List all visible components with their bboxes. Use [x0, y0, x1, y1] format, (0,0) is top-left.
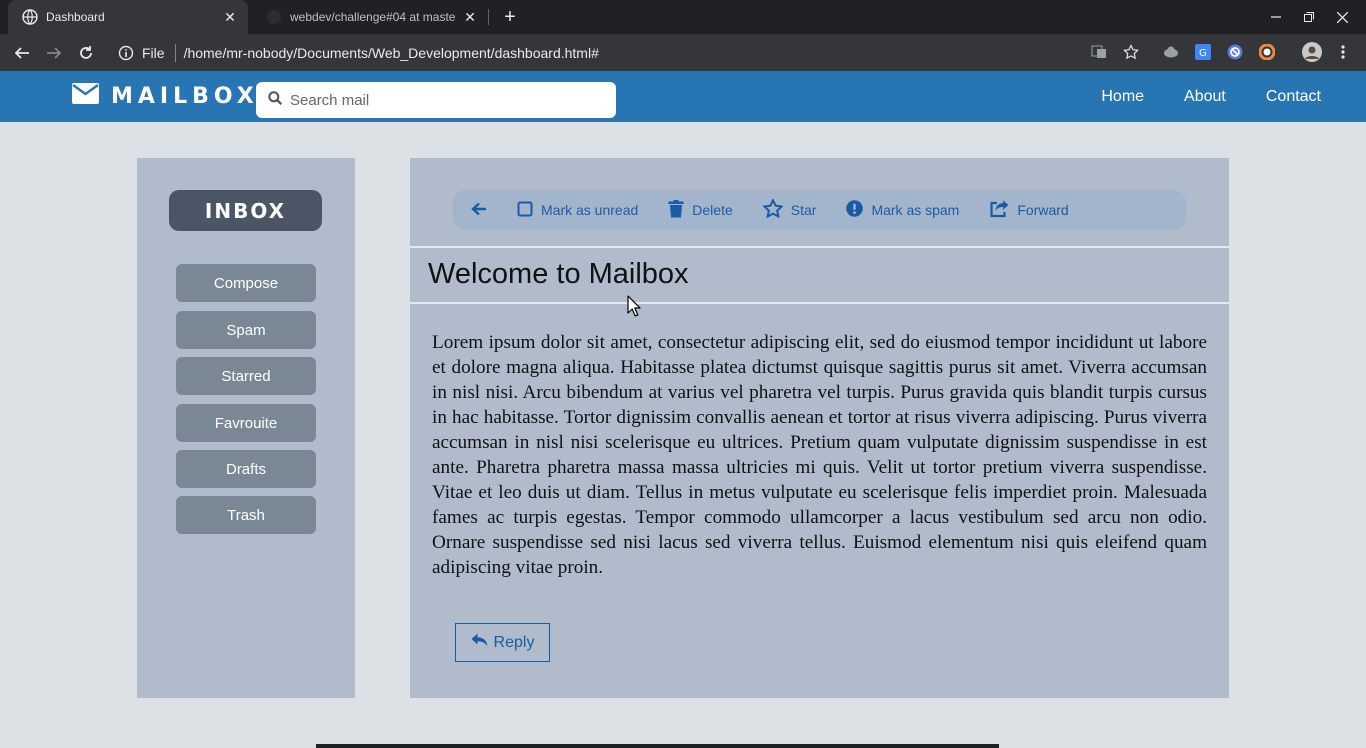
tab-webdev-challenge[interactable]: webdev/challenge#04 at maste ✕: [252, 0, 488, 34]
envelope-icon: [72, 83, 99, 109]
browser-menu-icon[interactable]: [1334, 43, 1352, 61]
mark-spam-label: Mark as spam: [871, 202, 960, 218]
forward-icon[interactable]: [41, 40, 67, 66]
subject-divider-bottom: [410, 302, 1229, 304]
google-translate-icon[interactable]: G: [1194, 43, 1212, 61]
new-tab-button[interactable]: +: [498, 5, 522, 29]
blocker-icon[interactable]: [1226, 43, 1244, 61]
subject-divider-top: [410, 246, 1229, 248]
browser-tab-strip: Dashboard ✕ webdev/challenge#04 at maste…: [0, 0, 1366, 34]
tab-separator: [488, 9, 489, 25]
trash-icon: [668, 199, 692, 221]
spam-button[interactable]: Spam: [176, 311, 316, 349]
reload-icon[interactable]: [73, 40, 99, 66]
arrow-left-icon: [471, 202, 495, 219]
translate-icon[interactable]: [1090, 43, 1108, 61]
drafts-button[interactable]: Drafts: [176, 450, 316, 488]
favourite-button[interactable]: Favrouite: [176, 404, 316, 442]
globe-icon: [22, 9, 38, 25]
svg-text:G: G: [1199, 48, 1207, 59]
mark-unread-button[interactable]: Mark as unread: [517, 201, 638, 220]
nav-about-link[interactable]: About: [1184, 88, 1226, 106]
address-bar[interactable]: File /home/mr-nobody/Documents/Web_Devel…: [112, 39, 1092, 67]
starred-button[interactable]: Starred: [176, 357, 316, 395]
mark-unread-label: Mark as unread: [541, 202, 639, 218]
compose-button[interactable]: Compose: [176, 264, 316, 302]
star-icon: [761, 197, 791, 221]
close-tab-icon[interactable]: ✕: [462, 9, 478, 25]
inbox-heading[interactable]: INBOX: [169, 190, 322, 231]
color-picker-icon[interactable]: [1258, 43, 1276, 61]
extension-cloud-icon[interactable]: [1162, 43, 1180, 61]
info-icon[interactable]: [118, 45, 134, 61]
main-nav: Home About Contact: [1061, 71, 1321, 122]
scheme-label: File: [142, 45, 165, 61]
forward-button[interactable]: Forward: [989, 200, 1069, 221]
github-icon: [266, 9, 282, 25]
bookmark-star-icon[interactable]: [1122, 43, 1140, 61]
minimize-icon[interactable]: [1259, 0, 1293, 34]
site-header: MAILBOX Home About Contact: [0, 71, 1366, 122]
star-button[interactable]: Star: [761, 197, 817, 221]
back-button[interactable]: [471, 202, 495, 219]
brand-logo[interactable]: MAILBOX: [72, 83, 259, 109]
reply-button[interactable]: Reply: [455, 623, 550, 662]
delete-label: Delete: [692, 202, 733, 218]
reply-icon: [471, 633, 494, 652]
exclamation-circle-icon: [846, 200, 871, 220]
close-window-icon[interactable]: [1325, 0, 1359, 34]
mouse-cursor-icon: [627, 295, 641, 322]
nav-home-link[interactable]: Home: [1101, 88, 1144, 106]
back-icon[interactable]: [9, 40, 35, 66]
browser-toolbar: File /home/mr-nobody/Documents/Web_Devel…: [0, 34, 1366, 71]
restore-icon[interactable]: [1292, 0, 1326, 34]
square-icon: [517, 201, 541, 220]
tab-dashboard[interactable]: Dashboard ✕: [8, 0, 248, 34]
mark-spam-button[interactable]: Mark as spam: [846, 200, 959, 220]
message-action-bar: Mark as unread Delete Star Mark as spam …: [453, 190, 1186, 230]
url-text[interactable]: /home/mr-nobody/Documents/Web_Developmen…: [184, 45, 599, 61]
share-icon: [989, 200, 1017, 221]
tab-title: Dashboard: [46, 10, 105, 24]
tab-title: webdev/challenge#04 at maste: [290, 10, 456, 24]
search-box[interactable]: [256, 82, 616, 118]
reply-label: Reply: [493, 633, 535, 651]
forward-label: Forward: [1017, 202, 1069, 218]
message-body: Lorem ipsum dolor sit amet, consectetur …: [432, 332, 1207, 578]
search-icon: [268, 90, 282, 110]
mail-sidebar: INBOX Compose Spam Starred Favrouite Dra…: [137, 158, 355, 698]
delete-button[interactable]: Delete: [668, 199, 733, 221]
star-label: Star: [790, 202, 817, 218]
omnibox-separator: [174, 44, 176, 62]
close-tab-icon[interactable]: ✕: [222, 9, 238, 25]
message-subject: Welcome to Mailbox: [428, 258, 689, 290]
search-input[interactable]: [290, 91, 590, 109]
nav-contact-link[interactable]: Contact: [1266, 88, 1321, 106]
bottom-overlay-bar: [316, 744, 999, 748]
brand-name: MAILBOX: [111, 83, 259, 109]
mail-view: Mark as unread Delete Star Mark as spam …: [410, 158, 1229, 698]
profile-avatar[interactable]: [1302, 42, 1322, 62]
trash-button[interactable]: Trash: [176, 496, 316, 534]
